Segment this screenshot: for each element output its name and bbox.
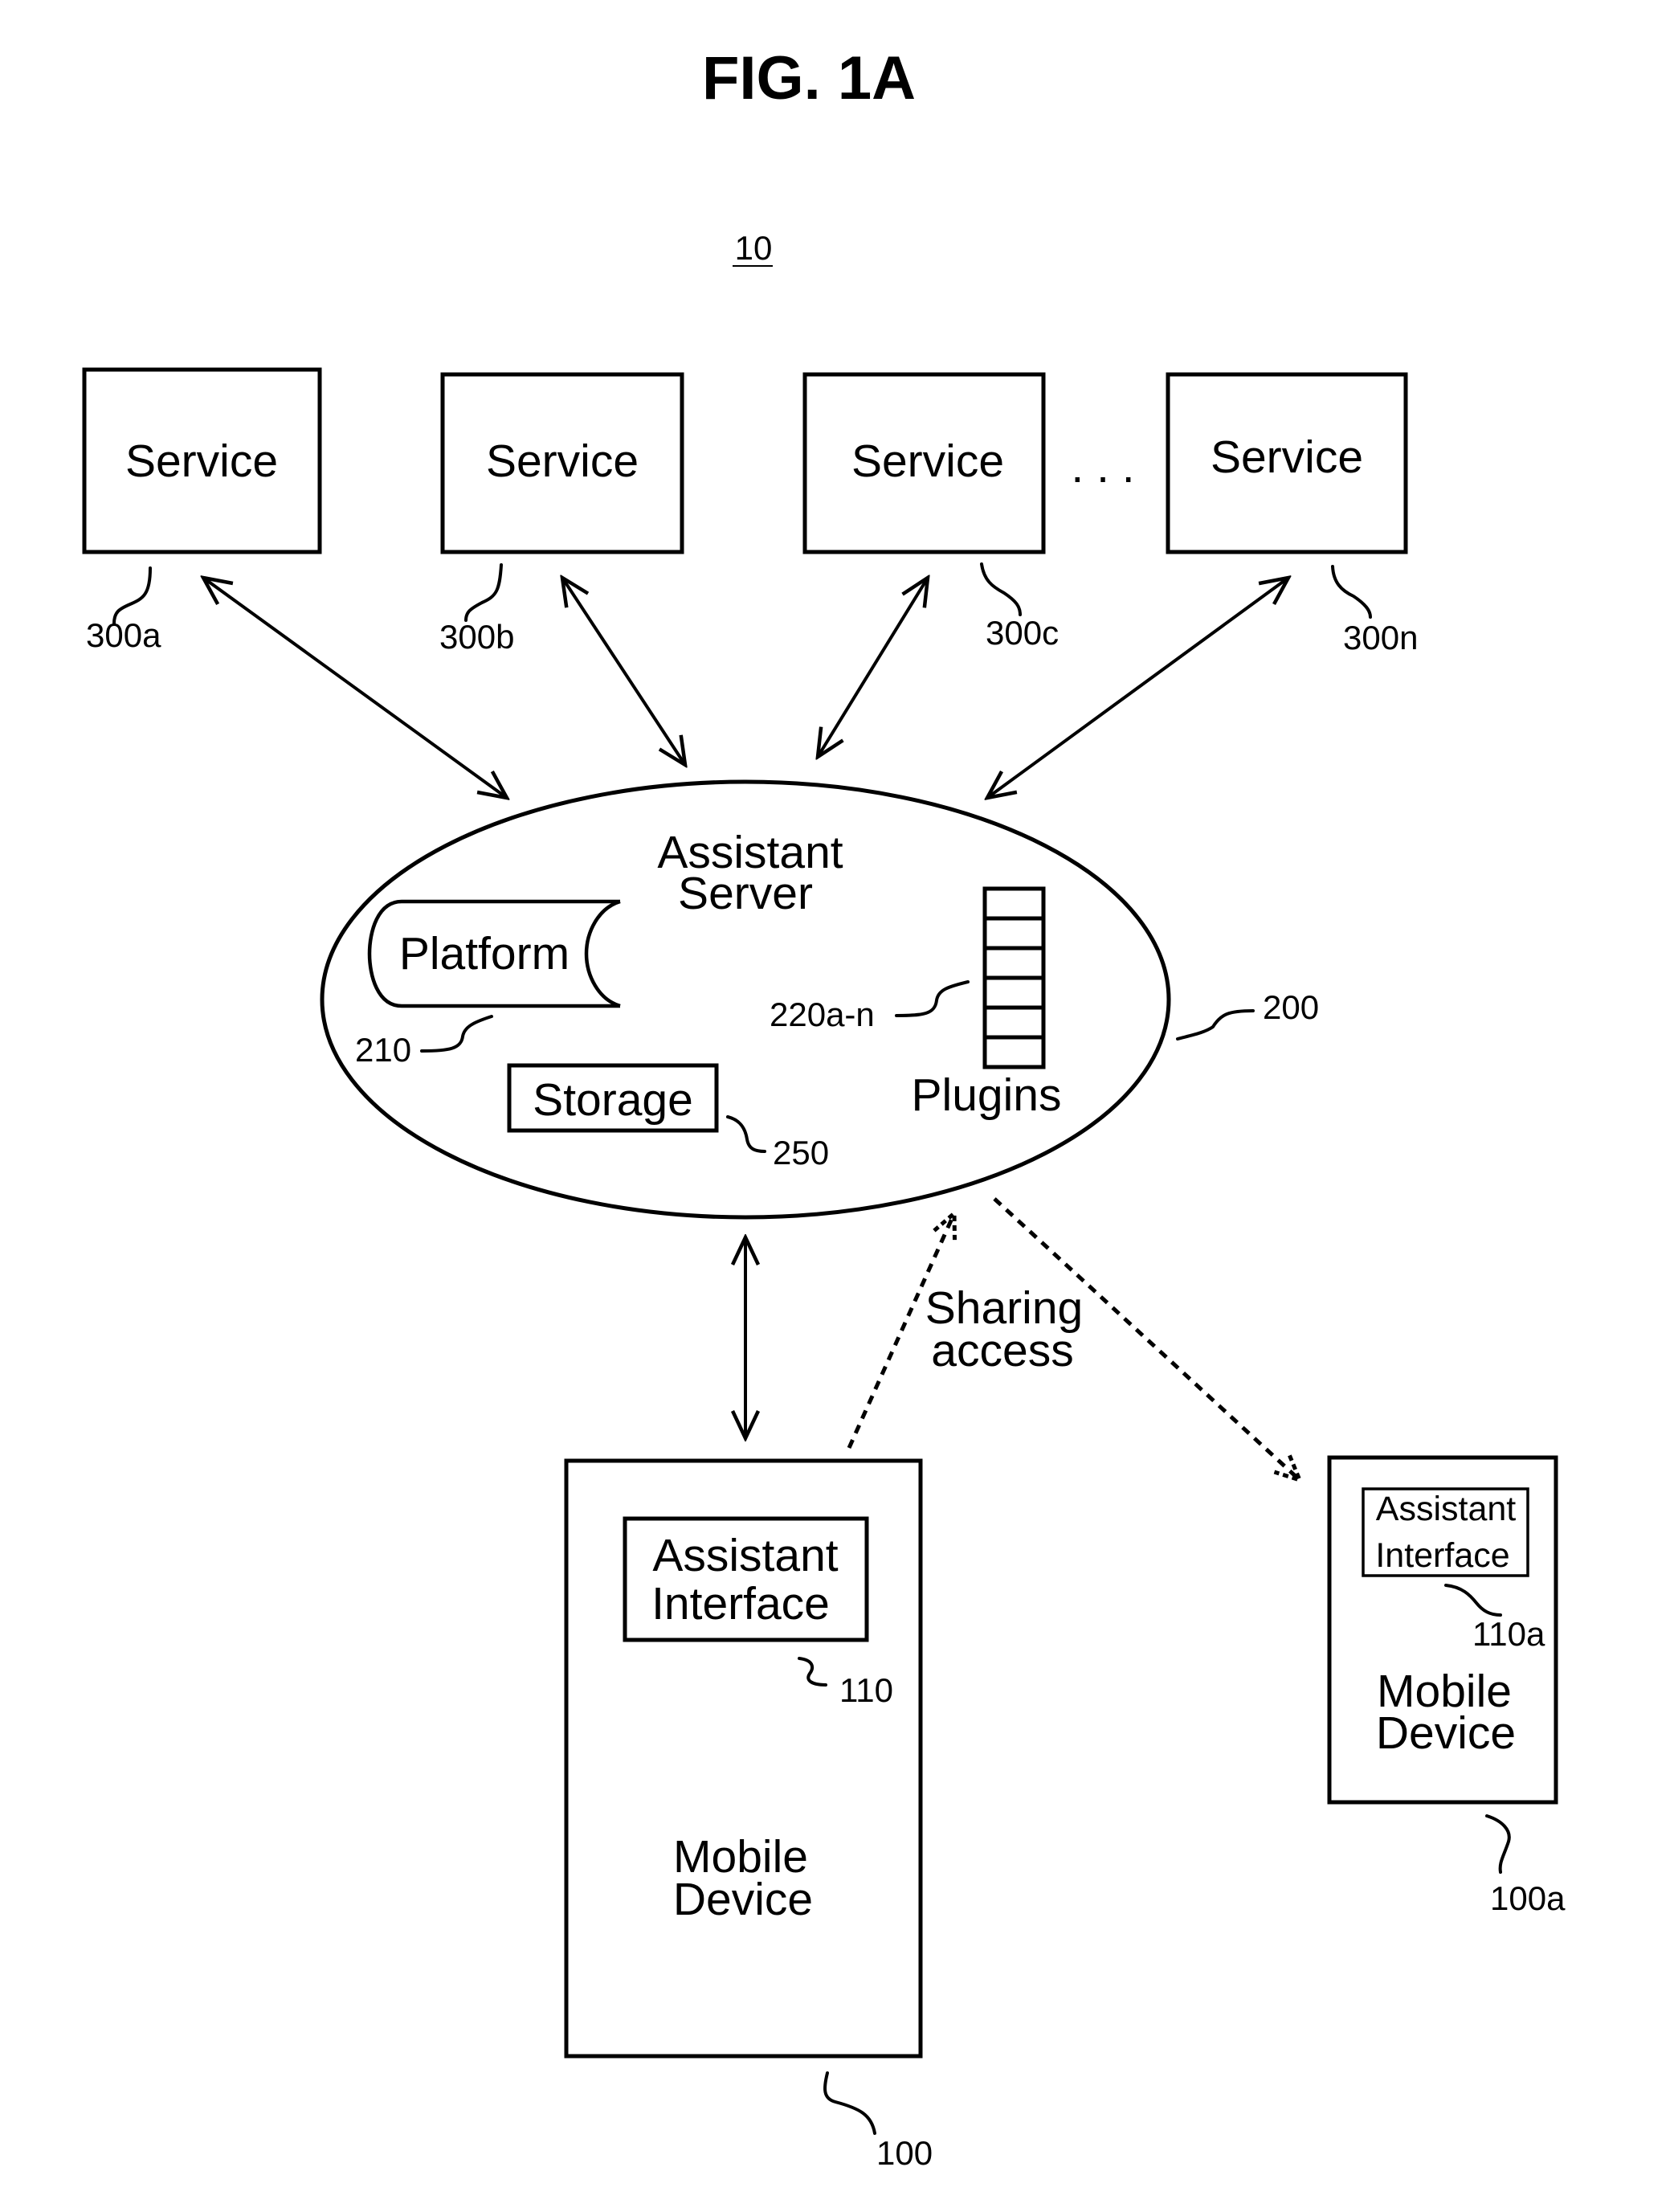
storage-ref: 250 <box>773 1134 829 1171</box>
service-label: Service <box>486 435 639 487</box>
assistant-interface-a-line2: Interface <box>1375 1536 1509 1575</box>
connection-arrow-300c <box>818 578 928 757</box>
connection-arrow-300b <box>562 578 685 765</box>
leader-100 <box>823 2071 876 2135</box>
assistant-interface-line2: Interface <box>651 1578 830 1629</box>
system-diagram: FIG. 1A 10 Service Service Service Servi… <box>82 44 1566 2172</box>
assistant-interface-a-line1: Assistant <box>1376 1490 1517 1528</box>
plugin-slot <box>982 1035 1046 1069</box>
connection-arrow-300n <box>987 578 1288 798</box>
assistant-server-title-line2: Server <box>678 868 813 919</box>
service-box-300a: Service <box>82 367 322 554</box>
mobile-device-label-line2: Device <box>673 1874 813 1925</box>
services-ellipsis: . . . <box>1071 441 1134 493</box>
figure-title: FIG. 1A <box>702 44 916 112</box>
assistant-interface-ref: 110 <box>839 1671 893 1709</box>
assistant-interface-line1: Assistant <box>652 1530 838 1581</box>
mobile-device-a-ref: 100a <box>1490 1879 1566 1917</box>
service-label: Service <box>125 435 278 487</box>
sharing-access-label-line2: access <box>931 1325 1073 1376</box>
mobile-device-100: Assistant Interface 110 Mobile Device <box>564 1458 923 2059</box>
platform-label: Platform <box>399 928 570 979</box>
leader-300n <box>1331 565 1372 619</box>
plugins-stack <box>982 886 1046 1069</box>
plugin-slot <box>982 946 1046 980</box>
service-ref-300a: 300a <box>86 616 161 654</box>
assistant-interface-110a: Assistant Interface <box>1362 1487 1529 1577</box>
storage-label: Storage <box>533 1074 693 1126</box>
service-ref-300b: 300b <box>439 618 514 656</box>
plugin-slot <box>982 886 1046 921</box>
service-ref-300c: 300c <box>986 614 1059 652</box>
mobile-device-a-label-line2: Device <box>1376 1707 1516 1759</box>
mobile-device-100a: Assistant Interface 110a Mobile Device <box>1327 1455 1558 1805</box>
leader-200 <box>1176 1009 1255 1041</box>
assistant-server-ref: 200 <box>1263 988 1319 1026</box>
service-ref-300n: 300n <box>1343 619 1418 656</box>
mobile-device-ref: 100 <box>876 2134 933 2172</box>
leader-300b <box>464 563 503 622</box>
assistant-interface-a-ref: 110a <box>1472 1615 1545 1653</box>
leader-100a <box>1485 1814 1511 1874</box>
assistant-server: Assistant Server Platform 210 Plugins 22… <box>320 779 1171 1220</box>
service-box-300b: Service <box>440 372 684 554</box>
service-label: Service <box>1211 431 1363 483</box>
plugin-slot <box>982 916 1046 951</box>
service-label: Service <box>851 435 1004 487</box>
system-reference-number: 10 <box>735 229 773 267</box>
plugins-ref: 220a-n <box>770 996 875 1033</box>
leader-300c <box>980 562 1022 616</box>
service-box-300n: Service <box>1166 372 1408 554</box>
plugins-label: Plugins <box>912 1069 1062 1121</box>
platform-ref: 210 <box>355 1031 411 1069</box>
plugin-slot <box>982 1005 1046 1040</box>
service-box-300c: Service <box>802 372 1046 554</box>
assistant-interface-110: Assistant Interface <box>623 1516 869 1642</box>
leader-300a <box>112 566 152 625</box>
plugin-slot <box>982 975 1046 1010</box>
storage-component: Storage <box>507 1063 719 1133</box>
connection-arrow-300a <box>203 578 507 798</box>
